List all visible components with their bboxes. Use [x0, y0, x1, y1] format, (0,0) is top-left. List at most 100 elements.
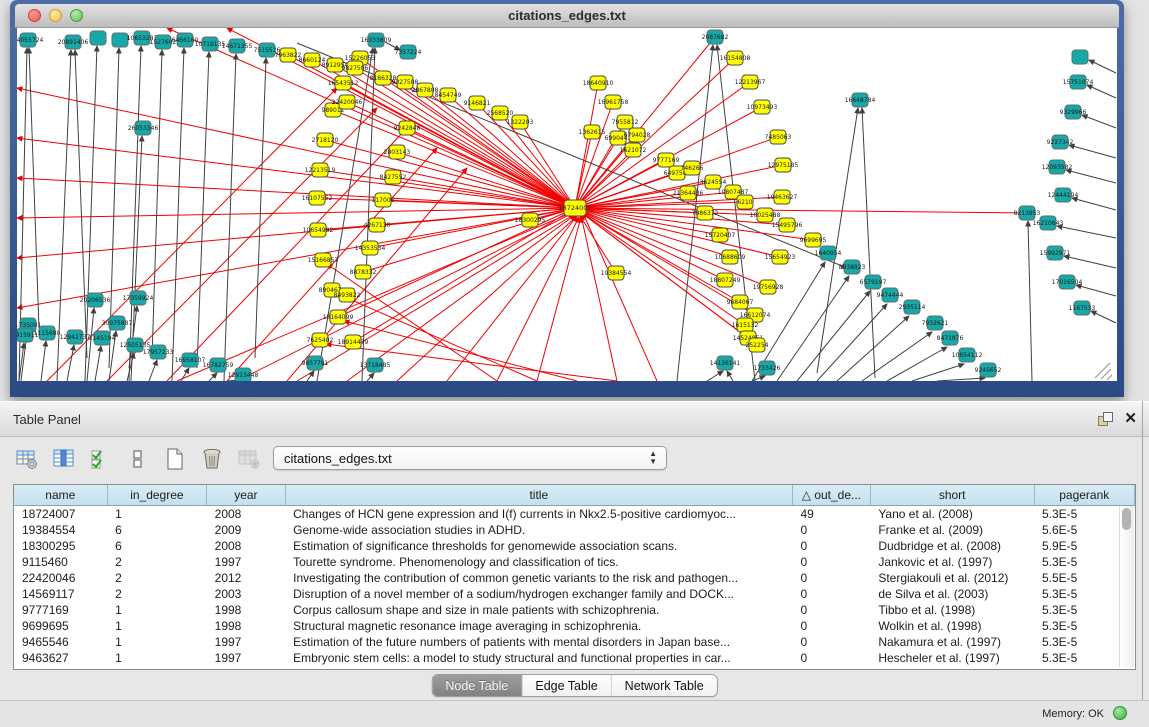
table-cell: 1997 [207, 554, 285, 570]
citation-edge-black [152, 50, 162, 358]
network-canvas[interactable]: 1872400779638228660124891295415226053982… [17, 28, 1117, 381]
graph-node-label: 12942737 [60, 334, 91, 341]
merge-rows-icon[interactable] [125, 446, 151, 472]
table-selector-dropdown[interactable]: citations_edges.txt ▲▼ [273, 446, 667, 470]
graph-node-label: 15166857 [308, 257, 339, 264]
table-cell: 19384554 [14, 522, 107, 538]
graph-node-label: 16543512 [328, 80, 359, 87]
graph-node-label: 8454749 [435, 92, 462, 99]
citation-edge-black [1089, 60, 1116, 73]
graph-node-label: 9857791 [302, 360, 329, 367]
column-header-pagerank[interactable]: pagerank [1034, 485, 1135, 506]
column-header-out-de-[interactable]: △ out_de... [792, 485, 870, 506]
table-row[interactable]: 1938455462009Genome-wide association stu… [14, 522, 1135, 538]
table-row[interactable]: 946554611997Estimation of the future num… [14, 634, 1135, 650]
network-window[interactable]: citations_edges.txt 18724007796382286601… [10, 0, 1124, 397]
delete-attributes-icon[interactable] [199, 446, 225, 472]
table-row[interactable]: 1830029562008Estimation of significance … [14, 538, 1135, 554]
table-cell: 0 [792, 538, 870, 554]
graph-node-label: 9242848 [394, 125, 421, 132]
table-row[interactable]: 1872400712008Changes of HCN gene express… [14, 506, 1135, 523]
citation-edge-red [17, 178, 575, 208]
table-cell: 0 [792, 634, 870, 650]
graph-node-label: 3624554 [700, 179, 727, 186]
float-panel-icon[interactable] [1098, 412, 1113, 427]
graph-node-label: 16958107 [175, 357, 206, 364]
table-cell: Estimation of the future numbers of pati… [285, 634, 792, 650]
table-cell: 49 [792, 506, 870, 523]
citation-edge-black [862, 108, 875, 378]
table-cell: 18300295 [14, 538, 107, 554]
citation-edge-black [817, 304, 887, 381]
graph-node-label: 12975185 [768, 162, 799, 169]
graph-node-label: 15751074 [1063, 79, 1094, 86]
table-cell: 0 [792, 618, 870, 634]
table-row[interactable]: 1456911722003Disruption of a novel membe… [14, 586, 1135, 602]
column-header-short[interactable]: short [870, 485, 1034, 506]
table-row[interactable]: 977716911998Corpus callosum shape and si… [14, 602, 1135, 618]
graph-node-label: 8938923 [839, 264, 866, 271]
column-header-year[interactable]: year [207, 485, 285, 506]
close-panel-icon[interactable]: ✕ [1124, 410, 1137, 428]
graph-node-label: 7357224 [395, 49, 422, 56]
table-cell: 0 [792, 650, 870, 666]
citation-edge-black [1087, 85, 1116, 98]
graph-node-label: 9227342 [1047, 139, 1074, 146]
table-cell: 1 [107, 618, 207, 634]
citation-edge-black [1072, 198, 1116, 210]
graph-node-label: 1145194 [89, 335, 116, 342]
graph-node-label: 15992971 [1040, 250, 1071, 257]
column-header-in-degree[interactable]: in_degree [107, 485, 207, 506]
citation-edge-black [1082, 115, 1116, 128]
show-columns-icon[interactable] [51, 446, 77, 472]
graph-node-label: 2087682 [702, 34, 729, 41]
graph-node[interactable] [90, 31, 106, 45]
citation-edge-black [367, 373, 374, 381]
table-cell: 9777169 [14, 602, 107, 618]
citation-edge-black [862, 332, 932, 381]
graph-node-label: 14136141 [710, 360, 741, 367]
graph-node-label: 4267130 [364, 222, 391, 229]
citation-edge-black [1057, 226, 1116, 238]
graph-node-label: 7955812 [612, 119, 639, 126]
canvas-resize-grip[interactable] [1095, 363, 1112, 380]
graph-node-label: 18640910 [583, 80, 614, 87]
citation-edge-red [355, 68, 575, 208]
select-rows-icon[interactable] [88, 446, 114, 472]
graph-node-label: 16154808 [720, 55, 751, 62]
graph-node-label: 8471876 [937, 335, 964, 342]
new-table-icon[interactable] [162, 446, 188, 472]
table-settings-icon[interactable] [14, 446, 40, 472]
table-cell: 0 [792, 522, 870, 538]
table-cell: Stergiakouli et al. (2012) [870, 570, 1034, 586]
scrollbar-thumb[interactable] [1122, 508, 1131, 530]
table-cell: 0 [792, 570, 870, 586]
table-cell: 1997 [207, 650, 285, 666]
citation-edge-black [209, 373, 217, 381]
graph-node[interactable] [1072, 50, 1088, 64]
table-cell: 1 [107, 650, 207, 666]
column-header-title[interactable]: title [285, 485, 792, 506]
table-row[interactable]: 946362711997Embryonic stem cells: a mode… [14, 650, 1135, 666]
table-cell: Embryonic stem cells: a model to study s… [285, 650, 792, 666]
tab-network-table[interactable]: Network Table [612, 675, 717, 696]
tab-edge-table[interactable]: Edge Table [522, 675, 611, 696]
table-cell: 1998 [207, 602, 285, 618]
memory-ok-indicator[interactable] [1113, 706, 1127, 720]
graph-node-label: 19463627 [767, 194, 798, 201]
window-titlebar[interactable]: citations_edges.txt [15, 4, 1119, 28]
tab-node-table[interactable]: Node Table [432, 675, 522, 696]
table-row[interactable]: 2242004622012Investigating the contribut… [14, 570, 1135, 586]
table-vertical-scrollbar[interactable] [1119, 506, 1134, 667]
delete-table-icon[interactable] [236, 446, 262, 472]
citation-edge-black [837, 316, 909, 381]
citation-edge-black [1076, 285, 1116, 296]
graph-node-label: 15720407 [705, 232, 736, 239]
column-header-name[interactable]: name [14, 485, 107, 506]
table-row[interactable]: 911546021997Tourette syndrome. Phenomeno… [14, 554, 1135, 570]
graph-node[interactable] [112, 33, 128, 47]
table-row[interactable]: 969969511998Structural magnetic resonanc… [14, 618, 1135, 634]
status-bar: Memory: OK [0, 700, 1149, 727]
graph-node-label: 9146821 [464, 100, 491, 107]
graph-node-label: 1167533 [1069, 305, 1096, 312]
